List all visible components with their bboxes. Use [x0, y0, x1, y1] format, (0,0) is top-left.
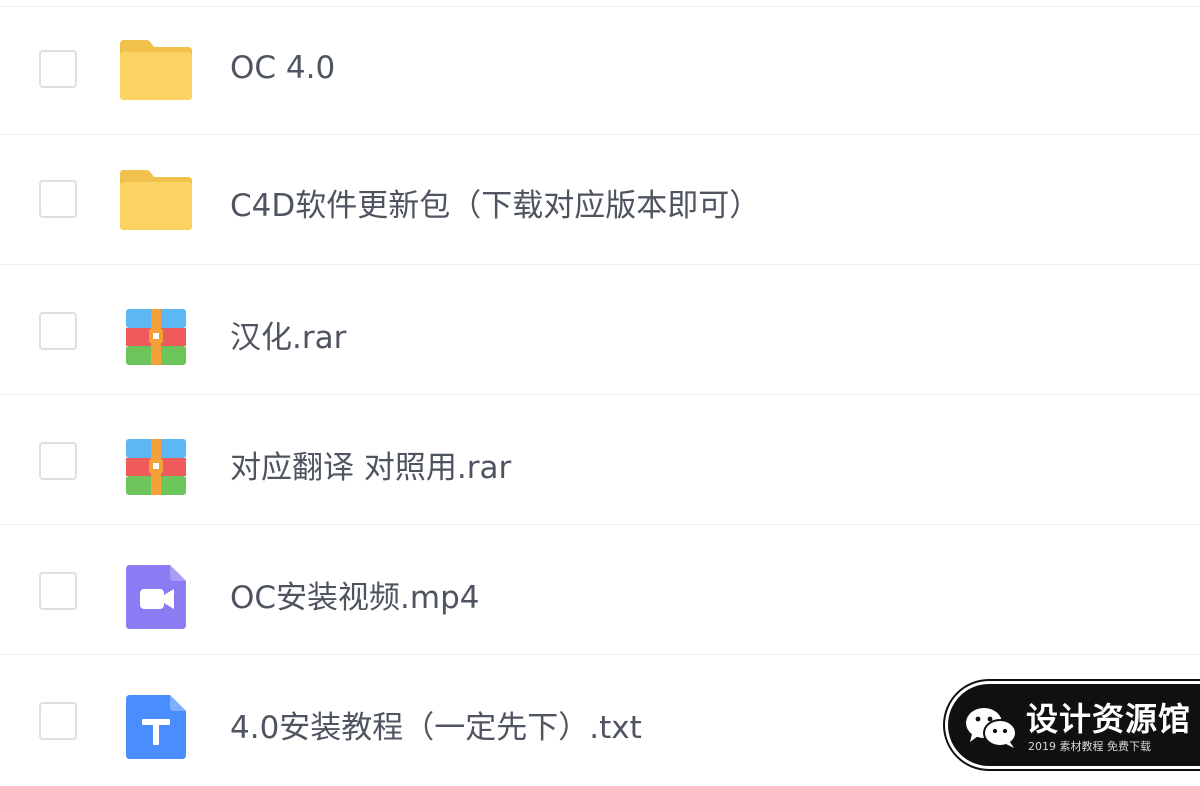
file-list: OC 4.0 C4D软件更新包（下载对应版本即可） 汉化.rar 对应翻译 对照… — [0, 0, 1200, 786]
archive-icon — [118, 299, 194, 375]
archive-icon — [118, 429, 194, 505]
file-row[interactable]: C4D软件更新包（下载对应版本即可） — [0, 135, 1200, 265]
wechat-icon — [964, 706, 1020, 754]
file-name[interactable]: OC安装视频.mp4 — [230, 572, 480, 617]
text-file-icon — [118, 687, 194, 763]
folder-icon — [118, 32, 194, 108]
row-checkbox[interactable] — [39, 702, 77, 740]
watermark-badge: 设计资源馆 2019 素材教程 免费下载 — [948, 684, 1200, 766]
file-name[interactable]: 4.0安装教程（一定先下）.txt — [230, 702, 642, 747]
row-checkbox[interactable] — [39, 312, 77, 350]
row-checkbox[interactable] — [39, 50, 77, 88]
video-icon — [118, 557, 194, 633]
file-row[interactable]: OC 4.0 — [0, 5, 1200, 135]
file-row[interactable]: OC安装视频.mp4 — [0, 525, 1200, 655]
row-checkbox[interactable] — [39, 180, 77, 218]
file-row[interactable]: 汉化.rar — [0, 265, 1200, 395]
file-name[interactable]: C4D软件更新包（下载对应版本即可） — [230, 180, 760, 225]
row-checkbox[interactable] — [39, 442, 77, 480]
file-name[interactable]: 汉化.rar — [230, 312, 346, 357]
file-name[interactable]: OC 4.0 — [230, 50, 335, 86]
row-checkbox[interactable] — [39, 572, 77, 610]
watermark-title: 设计资源馆 — [1026, 700, 1192, 738]
file-name[interactable]: 对应翻译 对照用.rar — [230, 442, 511, 487]
watermark-subtitle: 2019 素材教程 免费下载 — [1028, 740, 1151, 753]
file-row[interactable]: 对应翻译 对照用.rar — [0, 395, 1200, 525]
folder-icon — [118, 162, 194, 238]
